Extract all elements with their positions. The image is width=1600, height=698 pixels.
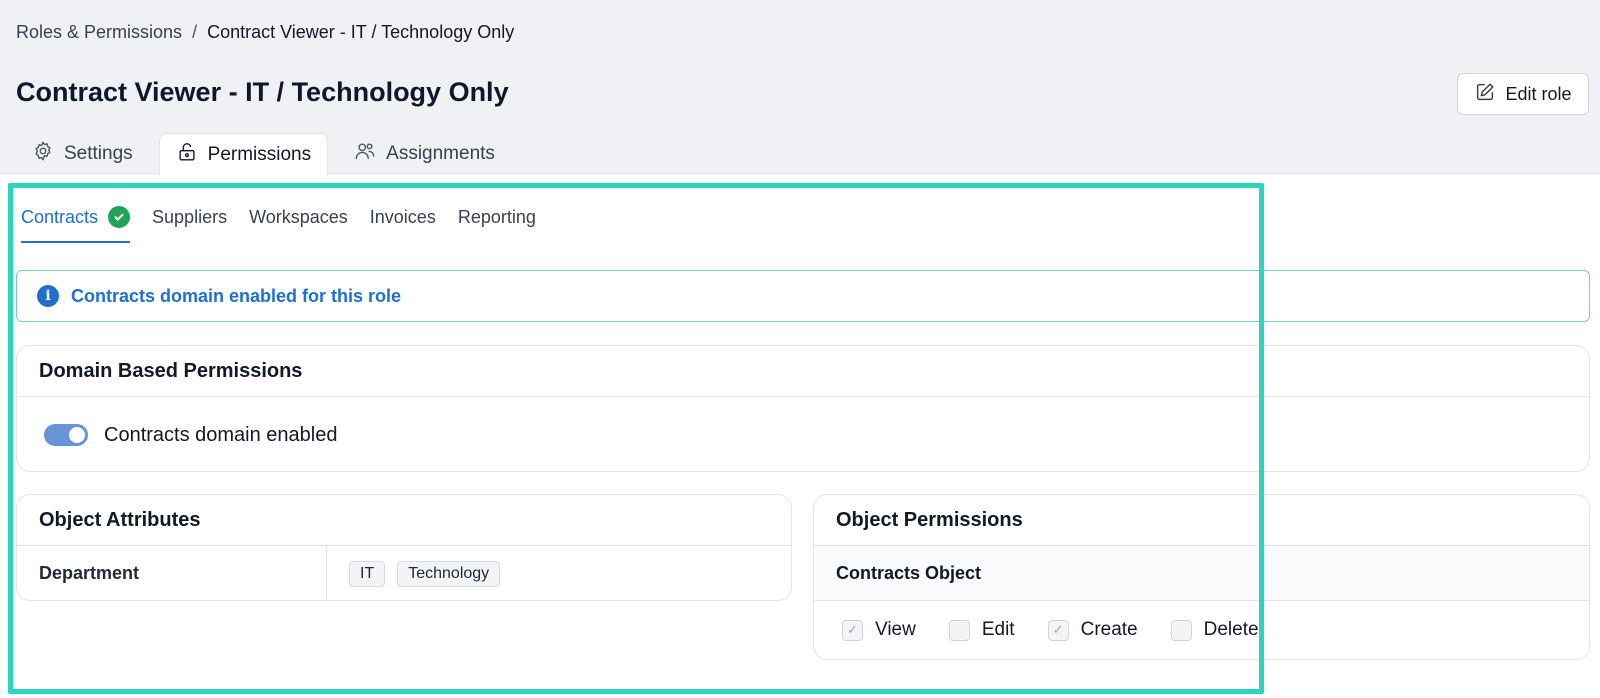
attribute-value-chip: Technology [397,560,501,587]
domain-tabs: Contracts Suppliers Workspaces Invoices … [21,206,536,243]
edit-role-label: Edit role [1505,83,1572,104]
tab-permissions[interactable]: Permissions [158,133,329,176]
view-checkbox[interactable]: ✓ [842,619,863,641]
breadcrumb-current: Contract Viewer - IT / Technology Only [207,22,515,42]
breadcrumb-separator: / [192,22,198,42]
object-permissions-title: Object Permissions [836,509,1023,531]
object-attributes-header: Object Attributes [17,495,791,546]
object-name-row: Contracts Object [814,546,1589,601]
domain-tab-invoices-label: Invoices [369,207,436,227]
breadcrumb-parent-link[interactable]: Roles & Permissions [16,22,182,43]
gear-icon [32,140,54,168]
page-title: Contract Viewer - IT / Technology Only [16,77,509,107]
object-permissions-header: Object Permissions [814,495,1589,546]
toggle-knob [69,427,85,443]
domain-tab-workspaces-label: Workspaces [249,207,348,227]
domain-toggle-row: Contracts domain enabled [17,397,1589,473]
domain-tab-contracts-label: Contracts [21,207,99,227]
domain-permissions-header: Domain Based Permissions [17,346,1589,397]
view-label: View [875,619,916,640]
domain-tab-contracts[interactable]: Contracts [21,206,131,243]
edit-role-button[interactable]: Edit role [1457,73,1589,115]
create-checkbox[interactable]: ✓ [1047,619,1069,641]
permission-edit[interactable]: Edit [948,619,1015,641]
tab-permissions-label: Permissions [207,144,312,165]
tab-settings[interactable]: Settings [16,132,149,175]
domain-tab-invoices[interactable]: Invoices [370,207,436,243]
check-circle-icon [108,206,131,228]
domain-tab-reporting[interactable]: Reporting [458,207,536,243]
info-banner-text: Contracts domain enabled for this role [71,285,402,306]
object-attributes-title: Object Attributes [39,509,201,531]
permission-checkboxes: ✓ View Edit ✓ Create Delete [814,601,1589,659]
domain-permissions-card: Domain Based Permissions Contracts domai… [16,345,1590,472]
domain-tab-suppliers[interactable]: Suppliers [152,207,227,243]
contracts-domain-toggle[interactable] [44,424,88,446]
tab-assignments[interactable]: Assignments [338,132,511,175]
edit-checkbox[interactable] [948,619,970,641]
table-row: Department IT Technology [17,546,791,601]
create-label: Create [1080,619,1138,640]
delete-label: Delete [1203,619,1259,640]
users-icon [354,140,376,168]
breadcrumb: Roles & Permissions / Contract Viewer - … [16,22,514,43]
lock-icon [176,141,198,169]
tab-assignments-label: Assignments [386,142,495,164]
main-tabs: Settings Permissions Assignments [16,132,511,176]
object-permissions-card: Object Permissions Contracts Object ✓ Vi… [813,494,1590,660]
attribute-value-chip: IT [349,560,386,587]
attribute-values: IT Technology [327,546,501,601]
delete-checkbox[interactable] [1170,619,1192,641]
object-attributes-card: Object Attributes Department IT Technolo… [16,494,792,601]
info-icon: i [37,285,59,307]
pencil-square-icon [1474,81,1496,108]
contracts-domain-toggle-label: Contracts domain enabled [104,423,338,446]
domain-tab-suppliers-label: Suppliers [152,207,228,227]
permission-delete[interactable]: Delete [1170,619,1259,641]
attribute-name: Department [17,546,327,601]
permission-create[interactable]: ✓ Create [1047,619,1138,641]
permission-view[interactable]: ✓ View [842,619,916,641]
tab-settings-label: Settings [64,142,133,164]
edit-label: Edit [981,619,1015,640]
info-banner: i Contracts domain enabled for this role [16,270,1590,322]
domain-permissions-title: Domain Based Permissions [39,360,303,382]
domain-tab-workspaces[interactable]: Workspaces [249,207,348,243]
domain-tab-reporting-label: Reporting [457,207,536,227]
